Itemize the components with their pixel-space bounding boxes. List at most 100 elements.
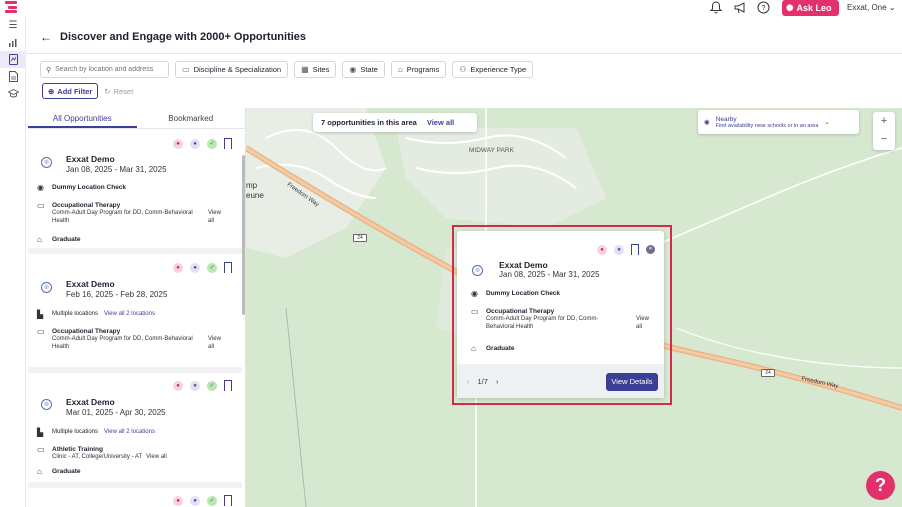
route-shield: 24 <box>761 369 775 377</box>
site-logo: ◎ <box>472 265 483 276</box>
view-locations-link[interactable]: View all 2 locations <box>104 311 155 317</box>
map-place-label: MIDWAY PARK <box>469 147 514 154</box>
community-badge-icon: ● <box>173 138 183 149</box>
search-icon: ⚲ <box>46 66 52 74</box>
community-badge-icon: ● <box>173 380 183 391</box>
card-level: ⌂ Graduate <box>37 235 81 244</box>
menu-icon[interactable]: ☰ <box>0 17 26 34</box>
nearby-dropdown[interactable]: ◉ Nearby Find availability near schools … <box>698 110 859 134</box>
plus-circle-icon: ⊕ <box>48 86 55 96</box>
search-input[interactable] <box>55 66 156 73</box>
megaphone-icon[interactable] <box>733 1 747 15</box>
check-badge-icon: ✓ <box>207 262 217 273</box>
card-badges: ● ● ✓ <box>173 262 232 273</box>
opportunity-card[interactable]: ● ● ✓ ◎ Exxat Demo Mar 01, 2025 - Apr 30… <box>28 374 242 488</box>
card-title: Exxat Demo <box>66 397 115 407</box>
add-filter-button[interactable]: ⊕ Add Filter <box>42 83 99 99</box>
app-logo[interactable] <box>5 1 17 15</box>
bookmark-icon[interactable] <box>631 244 639 255</box>
back-arrow-icon[interactable]: ← <box>40 30 52 44</box>
buildings-icon: ▙ <box>37 428 44 437</box>
filter-experience-type[interactable]: ⚇ Experience Type <box>452 61 534 78</box>
filter-actions: ⊕ Add Filter ↻ Reset <box>42 83 133 99</box>
search-box: ⚲ <box>40 61 169 78</box>
book-icon: ▭ <box>37 201 45 210</box>
graduation-cap-icon[interactable] <box>0 85 26 102</box>
bookmark-icon[interactable] <box>224 495 232 506</box>
card-title: Exxat Demo <box>66 154 115 164</box>
user-menu[interactable]: Exxat, One ⌄ <box>847 3 896 12</box>
view-all-link[interactable]: View all <box>208 335 222 351</box>
tab-all-opportunities[interactable]: All Opportunities <box>28 108 137 128</box>
graduation-cap-icon: ⌂ <box>471 344 476 353</box>
view-all-link[interactable]: View all <box>208 209 222 225</box>
popup-dates: Jan 08, 2025 - Mar 31, 2025 <box>499 270 600 279</box>
help-circle-icon[interactable]: ? <box>756 1 770 15</box>
sparkle-icon: ✺ <box>786 2 794 13</box>
bookmark-icon[interactable] <box>224 262 232 273</box>
opportunity-card[interactable]: ● ● ✓ <box>28 489 242 507</box>
card-location: ▙ Multiple locations View all 2 location… <box>37 428 155 437</box>
svg-text:?: ? <box>761 5 765 12</box>
community-badge-icon: ● <box>173 262 183 273</box>
opportunity-card[interactable]: ● ● ✓ ◎ Exxat Demo Feb 16, 2025 - Feb 28… <box>28 256 242 373</box>
close-icon[interactable]: ✕ <box>646 245 655 254</box>
opportunities-icon[interactable] <box>0 51 26 68</box>
bell-icon[interactable] <box>709 1 723 15</box>
opportunity-list-panel: All Opportunities Bookmarked ● ● ✓ ◎ Exx… <box>28 108 246 507</box>
chevron-down-icon: ⌄ <box>888 3 896 12</box>
people-icon: ⚇ <box>459 65 467 74</box>
location-pin-icon: ◉ <box>37 183 44 192</box>
card-discipline: ▭ Athletic Training Clinic - AT, College… <box>37 445 167 461</box>
card-level: ⌂ Graduate <box>37 467 81 476</box>
filter-bar: ⚲ ▭ Discipline & Specialization ▦ Sites … <box>40 61 534 78</box>
left-nav-rail: ☰ <box>0 17 26 507</box>
help-fab-button[interactable]: ? <box>866 471 895 500</box>
view-all-link[interactable]: View all <box>146 453 167 461</box>
filter-sites[interactable]: ▦ Sites <box>294 61 337 78</box>
prev-arrow-icon[interactable]: ‹ <box>467 377 470 386</box>
person-badge-icon: ● <box>614 244 624 255</box>
site-logo: ◎ <box>41 157 52 168</box>
next-arrow-icon[interactable]: › <box>496 377 499 386</box>
building-icon: ▦ <box>301 65 309 74</box>
zoom-in-button[interactable]: + <box>873 112 895 130</box>
reset-button[interactable]: ↻ Reset <box>104 87 133 96</box>
site-logo: ◎ <box>41 282 52 293</box>
popup-discipline: ▭ Occupational Therapy Comm-Adult Day Pr… <box>471 307 650 331</box>
check-badge-icon: ✓ <box>207 495 217 506</box>
reset-icon: ↻ <box>104 86 111 96</box>
card-dates: Mar 01, 2025 - Apr 30, 2025 <box>66 408 166 417</box>
card-location: ◉ Dummy Location Check <box>37 183 127 192</box>
zoom-out-button[interactable]: − <box>873 130 895 148</box>
document-icon[interactable] <box>0 68 26 85</box>
opportunity-popup[interactable]: ● ● ✕ ◎ Exxat Demo Jan 08, 2025 - Mar 31… <box>457 231 664 398</box>
zoom-control: + − <box>873 112 895 150</box>
ask-leo-button[interactable]: ✺ Ask Leo <box>782 0 839 16</box>
check-badge-icon: ✓ <box>207 138 217 149</box>
view-all-area-link[interactable]: View all <box>427 118 454 127</box>
card-badges: ● ● ✓ <box>173 138 232 149</box>
opportunity-card[interactable]: ● ● ✓ ◎ Exxat Demo Jan 08, 2025 - Mar 31… <box>28 132 242 254</box>
filter-discipline[interactable]: ▭ Discipline & Specialization <box>175 61 289 78</box>
filter-state[interactable]: ◉ State <box>342 61 385 78</box>
view-details-button[interactable]: View Details <box>606 373 658 391</box>
bookmark-icon[interactable] <box>224 380 232 391</box>
list-scrollbar[interactable] <box>242 155 245 315</box>
bookmark-icon[interactable] <box>224 138 232 149</box>
card-location: ▙ Multiple locations View all 2 location… <box>37 310 155 319</box>
header-divider <box>26 53 902 54</box>
site-logo: ◎ <box>41 399 52 410</box>
view-all-link[interactable]: View all <box>636 315 650 331</box>
card-discipline: ▭ Occupational Therapy Comm-Adult Day Pr… <box>37 201 222 225</box>
buildings-icon: ▙ <box>37 310 44 319</box>
book-icon: ▭ <box>37 327 45 336</box>
view-locations-link[interactable]: View all 2 locations <box>104 429 155 435</box>
page-title: Discover and Engage with 2000+ Opportuni… <box>60 31 307 43</box>
filter-programs[interactable]: ⌂ Programs <box>390 61 447 78</box>
analytics-icon[interactable] <box>0 34 26 51</box>
route-shield: 24 <box>353 234 367 242</box>
tab-bookmarked[interactable]: Bookmarked <box>137 108 246 128</box>
popup-badges: ● ● ✕ <box>597 244 655 255</box>
location-pin-icon: ◉ <box>349 65 357 74</box>
